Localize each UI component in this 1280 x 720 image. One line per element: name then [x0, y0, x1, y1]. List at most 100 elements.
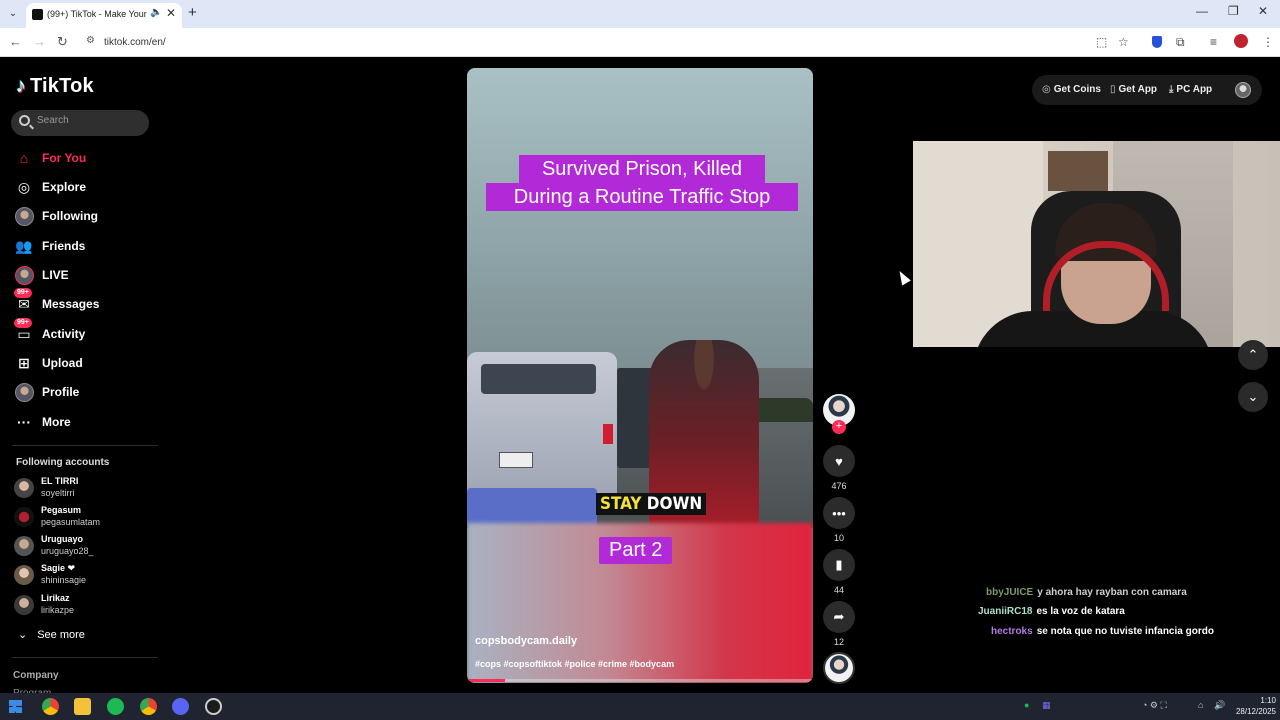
following-account[interactable]: EL TIRRI soyeltirri	[14, 476, 144, 502]
nav-live[interactable]: LIVE	[14, 264, 69, 286]
chat-text: es la voz de katara	[1036, 606, 1125, 617]
top-actions-bar: ◎ Get Coins ▯ Get App ⤓ PC App	[1032, 75, 1262, 105]
video-author[interactable]: copsbodycam.daily	[475, 635, 577, 647]
spotify-icon[interactable]	[107, 698, 124, 715]
file-explorer-icon[interactable]	[74, 698, 91, 715]
nav-explore[interactable]: ◎ Explore	[14, 176, 86, 198]
get-coins-button[interactable]: ◎ Get Coins	[1042, 84, 1101, 95]
chat-username: bbyJUICE	[986, 587, 1034, 598]
tab-search-button[interactable]: ⌄	[4, 5, 22, 23]
tiktok-note-icon: ♪	[16, 75, 26, 97]
tray-icons[interactable]: ◔ ⚙ ⛶	[1142, 700, 1167, 711]
account-name: EL TIRRI	[41, 476, 79, 486]
browser-tab[interactable]: (99+) TikTok - Make Your Day 🔈 ✕	[26, 3, 182, 28]
taskbar-clock[interactable]: 1:10 28/12/2025	[1228, 695, 1276, 717]
search-input[interactable]	[37, 115, 142, 126]
get-app-button[interactable]: ▯ Get App	[1110, 84, 1157, 95]
music-disc-avatar[interactable]	[823, 652, 855, 684]
url-field[interactable]: ⚙ tiktok.com/en/	[80, 31, 1140, 54]
nav-for-you[interactable]: ⌂ For You	[14, 147, 86, 169]
bookmark-icon[interactable]: ▮	[823, 549, 855, 581]
extension-shield-icon[interactable]	[1152, 36, 1162, 48]
comment-icon[interactable]: •••	[823, 497, 855, 529]
video-progress-bar[interactable]	[467, 679, 813, 682]
speaker-icon[interactable]: 🔈	[150, 7, 162, 18]
see-more-button[interactable]: ⌄ See more	[18, 628, 85, 641]
install-app-icon[interactable]: ⬚	[1096, 35, 1107, 49]
share-arrow-icon[interactable]: ➦	[823, 601, 855, 633]
comment-action[interactable]: ••• 10	[823, 497, 855, 543]
reload-icon[interactable]: ↻	[57, 34, 68, 50]
search-box[interactable]	[11, 110, 149, 136]
previous-video-button[interactable]: ⌃	[1238, 340, 1268, 370]
pc-app-button[interactable]: ⤓ PC App	[1169, 84, 1212, 95]
chat-text: y ahora hay rayban con camara	[1037, 587, 1187, 598]
tiktok-logo[interactable]: ♪ TikTok	[16, 75, 94, 98]
windows-start-icon[interactable]	[9, 700, 22, 713]
chevron-down-icon: ⌄	[18, 629, 28, 641]
logo-text: TikTok	[30, 75, 94, 97]
discord-icon[interactable]	[172, 698, 189, 715]
chrome-icon[interactable]	[42, 698, 59, 715]
following-account[interactable]: Lirikaz lirikazpe	[14, 593, 144, 619]
account-name: Uruguayo	[41, 534, 84, 544]
tiktok-favicon-icon	[32, 9, 43, 20]
video-hashtags[interactable]: #cops #copsoftiktok #police #crime #body…	[475, 659, 674, 669]
bookmark-star-icon[interactable]: ☆	[1118, 35, 1129, 49]
follow-plus-icon[interactable]: +	[832, 420, 846, 434]
save-action[interactable]: ▮ 44	[823, 549, 855, 595]
account-username: lirikazpe	[41, 605, 75, 615]
nav-more[interactable]: ··· More	[14, 411, 71, 433]
close-window-button[interactable]: ✕	[1258, 4, 1268, 18]
site-info-icon[interactable]: ⚙	[86, 35, 95, 46]
tab-close-button[interactable]: ✕	[166, 6, 176, 20]
extensions-puzzle-icon[interactable]: ⧉	[1176, 35, 1185, 50]
nav-messages[interactable]: ✉ 99+ Messages	[14, 288, 100, 315]
media-controls-icon[interactable]: ≡	[1210, 35, 1217, 49]
volume-icon[interactable]: 🔊	[1214, 700, 1225, 711]
following-account[interactable]: Sagie ❤ shininsagie	[14, 563, 144, 589]
account-username: soyeltirri	[41, 488, 75, 498]
following-account[interactable]: Uruguayo uruguayo28_	[14, 534, 144, 560]
like-action[interactable]: ♥ 476	[823, 445, 855, 491]
search-icon	[19, 115, 30, 126]
minimize-button[interactable]: —	[1196, 4, 1208, 18]
home-icon: ⌂	[19, 150, 29, 166]
user-avatar-icon[interactable]	[1235, 82, 1251, 98]
new-tab-button[interactable]: +	[188, 4, 197, 21]
nav-upload[interactable]: ⊞ Upload	[14, 352, 83, 374]
like-count: 476	[831, 481, 847, 491]
get-coins-label: Get Coins	[1053, 84, 1101, 95]
chat-text: se nota que no tuviste infancia gordo	[1036, 626, 1214, 637]
nav-activity[interactable]: ▭ 99+ Activity	[14, 318, 85, 345]
obs-icon[interactable]	[205, 698, 222, 715]
nav-following[interactable]: Following	[14, 205, 98, 227]
video-frame-truck	[467, 352, 617, 502]
tray-app-icon[interactable]: ▦	[1042, 700, 1051, 711]
download-icon: ⤓	[1169, 84, 1174, 95]
following-account[interactable]: Pegasum pegasumlatam	[14, 505, 144, 531]
back-icon[interactable]: ←	[9, 34, 22, 49]
nav-label: Messages	[42, 297, 100, 311]
spotify-tray-icon[interactable]: ●	[1024, 700, 1029, 710]
share-action[interactable]: ➦ 12	[823, 601, 855, 647]
nav-friends[interactable]: 👥 Friends	[14, 235, 85, 257]
more-icon: ···	[17, 414, 31, 430]
account-username: shininsagie	[41, 575, 87, 585]
network-icon[interactable]: ⌂	[1198, 700, 1203, 710]
chrome-active-icon[interactable]	[140, 698, 157, 715]
forward-icon[interactable]: →	[33, 34, 46, 49]
video-player[interactable]: Survived Prison, Killed During a Routine…	[467, 68, 813, 683]
company-link[interactable]: Company	[13, 670, 59, 681]
profile-avatar-icon	[14, 382, 34, 402]
account-username: uruguayo28_	[41, 546, 94, 556]
restore-button[interactable]: ❐	[1228, 4, 1239, 18]
next-video-button[interactable]: ⌄	[1238, 382, 1268, 412]
heart-icon[interactable]: ♥	[823, 445, 855, 477]
nav-profile[interactable]: Profile	[14, 381, 79, 403]
messages-badge: 99+	[14, 288, 32, 298]
menu-dots-icon[interactable]: ⋮	[1262, 35, 1274, 49]
clock-time: 1:10	[1260, 696, 1276, 705]
profile-avatar-icon[interactable]	[1234, 34, 1248, 48]
chat-message: JuaniiRC18 es la voz de katara	[978, 606, 1125, 617]
